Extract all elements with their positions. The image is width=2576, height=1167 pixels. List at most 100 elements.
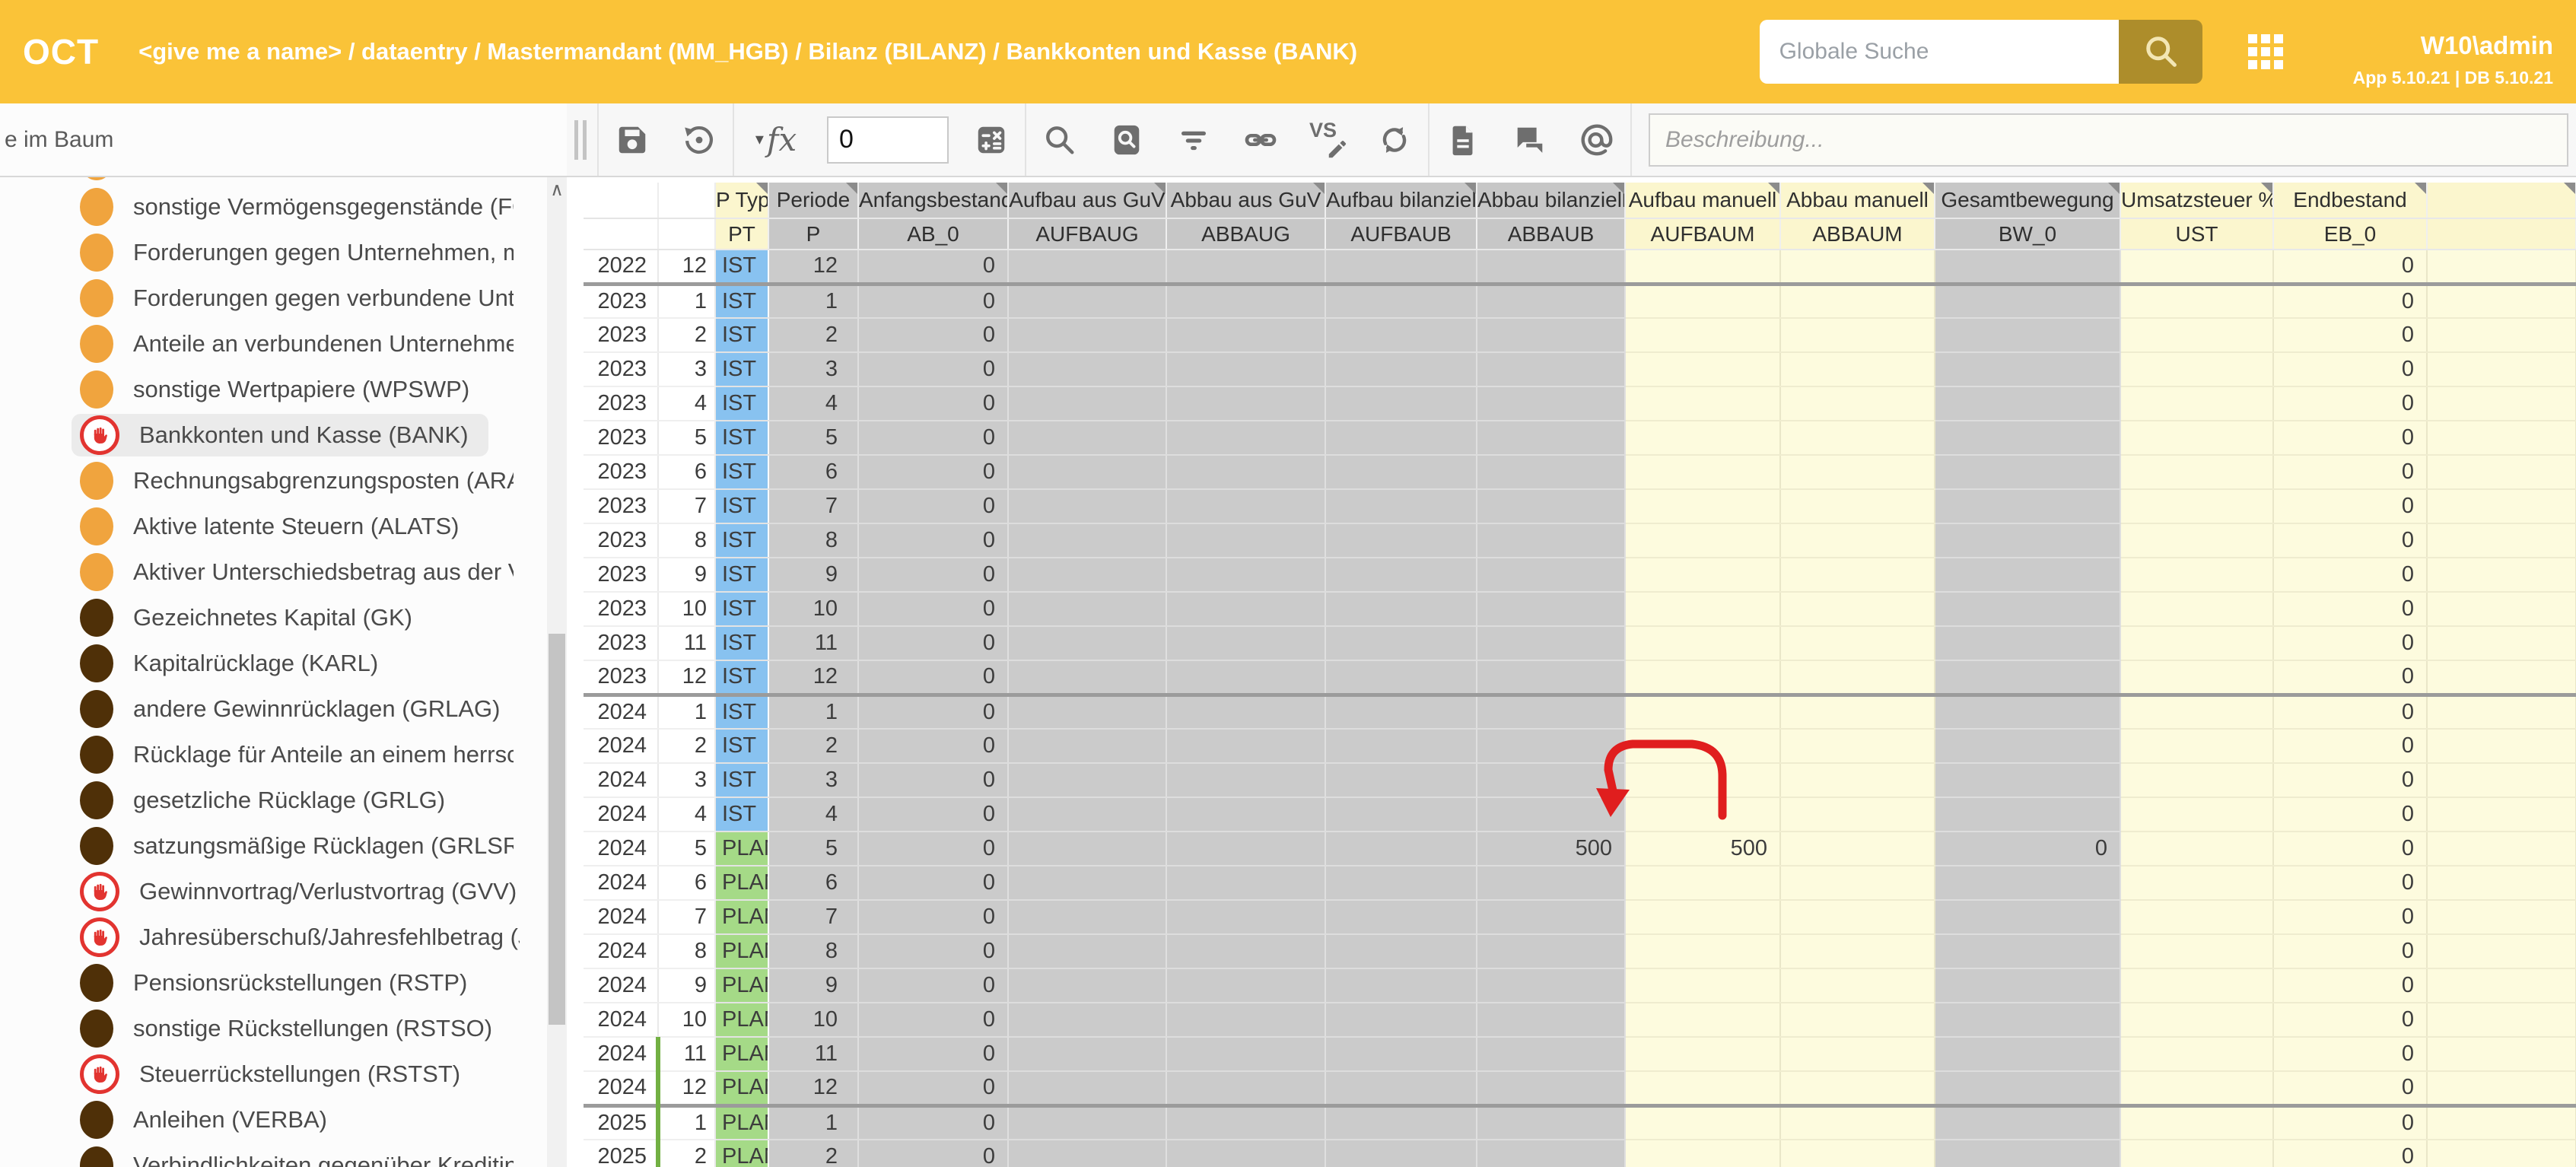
grid-cell-aufbaum[interactable]	[1625, 558, 1780, 592]
ptype-cell[interactable]: PLAN	[715, 1105, 768, 1140]
grid-cell-p[interactable]: 2	[768, 1140, 858, 1167]
grid-cell-bw_0[interactable]	[1935, 421, 2120, 455]
row-header-year[interactable]: 2023	[584, 352, 658, 386]
grid-cell-empty[interactable]	[2427, 968, 2576, 1003]
grid-cell-p[interactable]: 7	[768, 489, 858, 523]
grid-cell-aufbaub[interactable]	[1325, 763, 1477, 797]
grid-cell-aufbaug[interactable]	[1008, 558, 1166, 592]
row-header-year[interactable]: 2023	[584, 523, 658, 558]
sidebar-item[interactable]: satzungsmäßige Rücklagen (GRLSR)	[72, 823, 567, 869]
row-header-month[interactable]: 9	[658, 558, 715, 592]
grid-cell-p[interactable]: 6	[768, 455, 858, 489]
sidebar-item[interactable]: Anleihen (VERBA)	[72, 1097, 567, 1143]
grid-cell-abbaum[interactable]	[1780, 284, 1935, 318]
grid-cell-abbaug[interactable]	[1166, 1003, 1325, 1037]
grid-cell-ust[interactable]	[2120, 797, 2273, 832]
grid-cell-empty[interactable]	[2427, 660, 2576, 695]
grid-cell-abbaub[interactable]	[1477, 489, 1625, 523]
grid-cell-p[interactable]: 10	[768, 592, 858, 626]
grid-cell-aufbaub[interactable]	[1325, 626, 1477, 660]
grid-cell-abbaub[interactable]	[1477, 455, 1625, 489]
grid-cell-abbaub[interactable]	[1477, 866, 1625, 900]
ptype-cell[interactable]: PLAN	[715, 934, 768, 968]
grid-cell-aufbaum[interactable]	[1625, 455, 1780, 489]
grid-cell-abbaug[interactable]	[1166, 489, 1325, 523]
grid-cell-abbaub[interactable]	[1477, 558, 1625, 592]
breadcrumb[interactable]: <give me a name> / dataentry / Masterman…	[138, 38, 1357, 65]
grid-cell-empty[interactable]	[2427, 1003, 2576, 1037]
grid-cell-p[interactable]: 11	[768, 1037, 858, 1071]
grid-cell-aufbaug[interactable]	[1008, 489, 1166, 523]
grid-cell-abbaum[interactable]	[1780, 489, 1935, 523]
sidebar-item[interactable]: Gewinnvortrag/Verlustvortrag (GVV)	[72, 869, 567, 914]
ptype-cell[interactable]: PLAN	[715, 866, 768, 900]
grid-cell-bw_0[interactable]	[1935, 523, 2120, 558]
sidebar-item[interactable]: Bankkonten und Kasse (BANK)	[72, 412, 567, 458]
grid-cell-ab_0[interactable]: 0	[858, 250, 1008, 284]
grid-cell-ab_0[interactable]: 0	[858, 386, 1008, 421]
row-header-year[interactable]: 2024	[584, 866, 658, 900]
grid-cell-bw_0[interactable]	[1935, 934, 2120, 968]
row-header-year[interactable]: 2024	[584, 934, 658, 968]
grid-cell-empty[interactable]	[2427, 695, 2576, 729]
global-search-input[interactable]	[1760, 20, 2119, 84]
row-header-month[interactable]: 1	[658, 1105, 715, 1140]
ptype-cell[interactable]: PLAN	[715, 1140, 768, 1167]
sidebar-item[interactable]: Rücklage für Anteile an einem herrschend	[72, 732, 567, 777]
grid-cell-abbaub[interactable]	[1477, 592, 1625, 626]
grid-cell-abbaug[interactable]	[1166, 250, 1325, 284]
grid-cell-bw_0[interactable]	[1935, 250, 2120, 284]
grid-cell-bw_0[interactable]	[1935, 558, 2120, 592]
row-header-year[interactable]: 2023	[584, 386, 658, 421]
grid-cell-abbaum[interactable]	[1780, 832, 1935, 866]
grid-cell-abbaub[interactable]	[1477, 660, 1625, 695]
grid-cell-aufbaum[interactable]	[1625, 1140, 1780, 1167]
grid-cell-ust[interactable]	[2120, 421, 2273, 455]
grid-cell-ust[interactable]	[2120, 1037, 2273, 1071]
grid-cell-empty[interactable]	[2427, 386, 2576, 421]
grid-cell-abbaub[interactable]	[1477, 1140, 1625, 1167]
grid-cell-aufbaub[interactable]	[1325, 866, 1477, 900]
column-header[interactable]: Abbau bilanziell	[1477, 183, 1625, 218]
grid-cell-abbaub[interactable]	[1477, 729, 1625, 763]
grid-cell-p[interactable]: 4	[768, 386, 858, 421]
row-header-month[interactable]: 1	[658, 695, 715, 729]
row-header-month[interactable]: 2	[658, 1140, 715, 1167]
grid-cell-aufbaum[interactable]	[1625, 900, 1780, 934]
grid-cell-aufbaub[interactable]	[1325, 832, 1477, 866]
grid-cell-p[interactable]: 3	[768, 352, 858, 386]
grid-cell-abbaug[interactable]	[1166, 386, 1325, 421]
grid-cell-aufbaub[interactable]	[1325, 1140, 1477, 1167]
grid-cell-ab_0[interactable]: 0	[858, 934, 1008, 968]
grid-cell-aufbaug[interactable]	[1008, 455, 1166, 489]
sidebar-item[interactable]: Forderungen gegen verbundene Unterneh	[72, 275, 567, 321]
ptype-cell[interactable]: IST	[715, 592, 768, 626]
grid-cell-abbaum[interactable]	[1780, 1003, 1935, 1037]
row-header-year[interactable]: 2023	[584, 455, 658, 489]
grid-cell-bw_0[interactable]	[1935, 1071, 2120, 1105]
grid-cell-eb_0[interactable]: 0	[2273, 455, 2427, 489]
grid-cell-bw_0[interactable]	[1935, 386, 2120, 421]
grid-cell-abbaug[interactable]	[1166, 352, 1325, 386]
grid-cell-aufbaug[interactable]	[1008, 1071, 1166, 1105]
grid-cell-p[interactable]: 1	[768, 1105, 858, 1140]
grid-cell-aufbaug[interactable]	[1008, 1105, 1166, 1140]
grid-cell-abbaum[interactable]	[1780, 1105, 1935, 1140]
grid-cell-abbaum[interactable]	[1780, 592, 1935, 626]
grid-cell-p[interactable]: 8	[768, 523, 858, 558]
grid-cell-p[interactable]: 5	[768, 421, 858, 455]
grid-cell-abbaub[interactable]	[1477, 386, 1625, 421]
grid-cell-bw_0[interactable]	[1935, 1140, 2120, 1167]
grid-cell-aufbaub[interactable]	[1325, 1037, 1477, 1071]
grid-cell-ust[interactable]	[2120, 934, 2273, 968]
grid-cell-bw_0[interactable]	[1935, 592, 2120, 626]
grid-cell-aufbaum[interactable]	[1625, 626, 1780, 660]
column-code-header[interactable]	[2427, 218, 2576, 250]
ptype-cell[interactable]: IST	[715, 284, 768, 318]
grid-cell-bw_0[interactable]	[1935, 1003, 2120, 1037]
grid-cell-abbaub[interactable]	[1477, 797, 1625, 832]
ptype-cell[interactable]: IST	[715, 695, 768, 729]
grid-cell-bw_0[interactable]	[1935, 455, 2120, 489]
grid-cell-bw_0[interactable]	[1935, 900, 2120, 934]
grid-cell-aufbaug[interactable]	[1008, 626, 1166, 660]
